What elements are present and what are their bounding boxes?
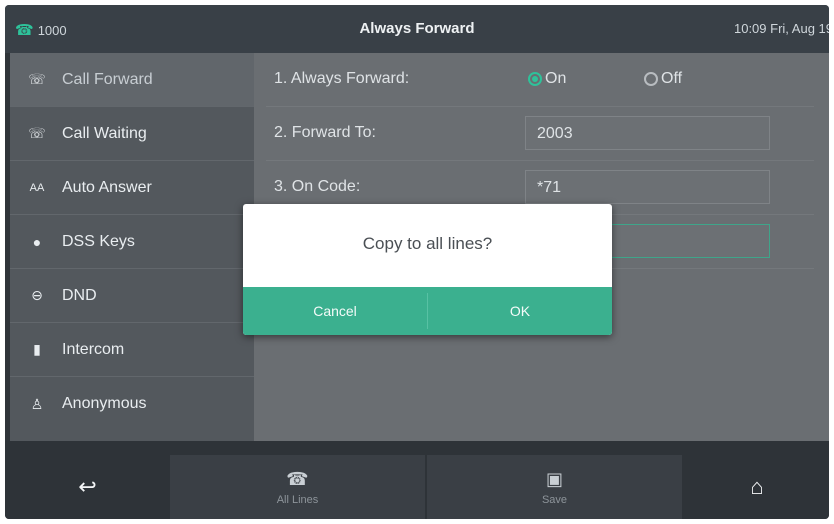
ok-button[interactable]: OK: [428, 287, 612, 335]
all-lines-button[interactable]: ☎ All Lines: [170, 455, 425, 519]
dialog-actions: Cancel OK: [243, 287, 612, 335]
forward-to-label: 2. Forward To:: [274, 124, 376, 141]
sidebar-item-label: Intercom: [62, 340, 125, 358]
back-button[interactable]: ↩: [5, 455, 170, 519]
call-waiting-icon: ☏: [28, 125, 46, 141]
line-number: 1000: [37, 22, 67, 38]
save-button[interactable]: ▣ Save: [427, 455, 682, 519]
all-lines-label: All Lines: [276, 493, 319, 506]
radio-on-label: On: [545, 70, 567, 87]
sidebar-item-intercom[interactable]: ▮ Intercom: [10, 323, 254, 377]
on-code-value: *71: [537, 179, 562, 196]
screen-title: Always Forward: [359, 20, 475, 37]
home-button[interactable]: ⌂: [685, 455, 829, 519]
auto-answer-icon: AA: [29, 181, 45, 194]
dss-keys-icon: ●: [32, 233, 42, 250]
always-forward-on-radio[interactable]: On: [528, 70, 566, 88]
sidebar-item-call-waiting[interactable]: ☏ Call Waiting: [10, 107, 254, 161]
on-code-field[interactable]: *71: [525, 170, 770, 204]
radio-checked-icon: [528, 72, 542, 86]
forward-to-value: 2003: [537, 125, 573, 142]
sidebar-item-call-forward[interactable]: ☏ Call Forward: [10, 53, 254, 107]
forward-to-row: 2. Forward To: 2003: [266, 107, 814, 161]
always-forward-label: 1. Always Forward:: [274, 70, 410, 87]
always-forward-off-radio[interactable]: Off: [644, 70, 682, 88]
sidebar-item-anonymous[interactable]: ♙ Anonymous: [10, 377, 254, 431]
feature-sidebar: ☏ Call Forward ☏ Call Waiting AA Auto An…: [10, 53, 254, 441]
cancel-button[interactable]: Cancel: [243, 287, 427, 335]
phone-handset-icon: ☎: [15, 22, 34, 39]
sidebar-item-label: Call Forward: [62, 70, 153, 88]
intercom-icon: ▮: [33, 341, 41, 357]
on-code-label: 3. On Code:: [274, 178, 361, 195]
dnd-icon: ⊖: [31, 287, 43, 303]
sidebar-item-label: DSS Keys: [62, 232, 135, 250]
softkey-bar: ↩ ☎ All Lines ▣ Save ⌂: [5, 441, 829, 519]
forward-to-field[interactable]: 2003: [525, 116, 770, 150]
sidebar-item-auto-answer[interactable]: AA Auto Answer: [10, 161, 254, 215]
copy-to-all-lines-dialog: Copy to all lines? Cancel OK: [243, 204, 612, 335]
save-disk-icon: ▣: [545, 468, 563, 489]
sidebar-item-label: Auto Answer: [62, 178, 152, 196]
home-icon: ⌂: [750, 474, 764, 499]
always-forward-row: 1. Always Forward: On Off: [266, 53, 814, 107]
sidebar-item-label: DND: [62, 286, 97, 304]
date-time: 10:09 Fri, Aug 19: [733, 21, 829, 36]
anonymous-icon: ♙: [30, 395, 44, 412]
dialog-message: Copy to all lines?: [362, 234, 493, 253]
phone-icon: ☎: [286, 468, 309, 489]
sidebar-item-dnd[interactable]: ⊖ DND: [10, 269, 254, 323]
back-arrow-icon: ↩: [78, 474, 97, 499]
sidebar-item-label: Call Waiting: [62, 124, 147, 142]
radio-unchecked-icon: [644, 72, 658, 86]
sidebar-item-dss-keys[interactable]: ● DSS Keys: [10, 215, 254, 269]
save-label: Save: [541, 493, 568, 506]
status-bar: ☎ 1000 Always Forward 10:09 Fri, Aug 19: [5, 5, 829, 53]
radio-off-label: Off: [661, 70, 683, 87]
sidebar-item-label: Anonymous: [62, 395, 147, 412]
call-forward-icon: ☏: [28, 71, 46, 87]
line-status: ☎ 1000: [15, 21, 67, 39]
